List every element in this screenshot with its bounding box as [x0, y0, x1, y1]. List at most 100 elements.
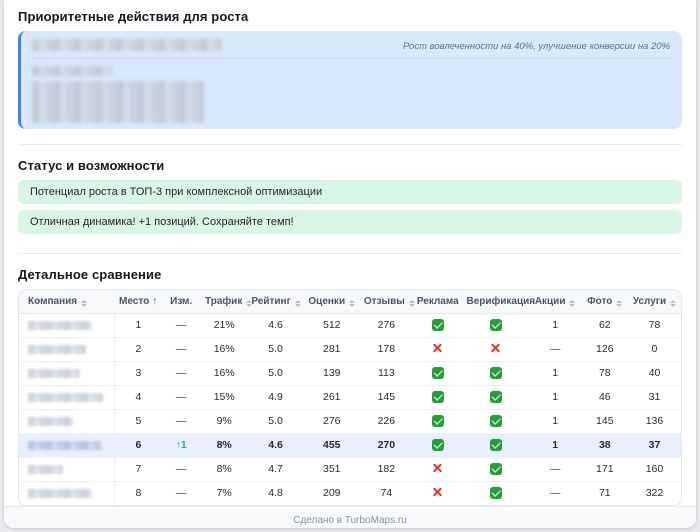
redacted-company-name [28, 345, 86, 354]
cell-marks: 455 [304, 433, 360, 457]
column-header-services[interactable]: Услуги [628, 290, 681, 313]
cell-change: — [161, 481, 201, 505]
column-header-reviews[interactable]: Отзывы [360, 290, 413, 313]
cell-traffic: 8% [201, 457, 247, 481]
cell-ads [413, 385, 463, 409]
cell-promos: — [529, 457, 582, 481]
cell-promos: 1 [529, 385, 582, 409]
column-header-place[interactable]: Место↑ [115, 290, 161, 313]
cell-promos: 1 [529, 409, 582, 433]
check-icon [432, 415, 444, 427]
redacted-company-name [28, 441, 101, 450]
table-row: 3—16%5.013911317840 [19, 361, 681, 385]
cell-change: — [161, 409, 201, 433]
cell-ads [413, 337, 463, 361]
cell-rating: 4.6 [247, 433, 303, 457]
check-icon [432, 391, 444, 403]
cell-promos: — [529, 337, 582, 361]
table-body: 1—21%4.6512276162782—16%5.0281178—12603—… [19, 313, 681, 505]
cell-verification [462, 313, 528, 337]
cell-reviews: 226 [360, 409, 413, 433]
comparison-table-wrap: КомпанияМесто↑Изм.ТрафикРейтингОценкиОтз… [18, 289, 682, 506]
cell-place: 5 [115, 409, 161, 433]
table-row: 1—21%4.651227616278 [19, 313, 681, 337]
column-header-photos[interactable]: Фото [582, 290, 628, 313]
cell-reviews: 113 [360, 361, 413, 385]
column-header-traffic[interactable]: Трафик [201, 290, 247, 313]
redacted-recommendation-body [32, 81, 204, 123]
redacted-company-name [28, 489, 92, 498]
cell-promos: 1 [529, 433, 582, 457]
cell-photos: 62 [582, 313, 628, 337]
cell-promos: 1 [529, 361, 582, 385]
table-row: 4—15%4.926114514631 [19, 385, 681, 409]
cell-services: 78 [628, 313, 681, 337]
column-header-promos[interactable]: Акции [529, 290, 582, 313]
cell-rating: 4.6 [247, 313, 303, 337]
cell-reviews: 270 [360, 433, 413, 457]
cell-change: — [161, 361, 201, 385]
redacted-company-name [28, 393, 103, 402]
cross-icon [432, 463, 443, 474]
cell-place: 8 [115, 481, 161, 505]
cell-marks: 209 [304, 481, 360, 505]
cell-verification [462, 409, 528, 433]
report-card: Приоритетные действия для роста Рост вов… [4, 0, 696, 528]
cell-services: 160 [628, 457, 681, 481]
status-message-potential: Потенциал роста в ТОП-3 при комплексной … [18, 180, 682, 204]
report-content: Приоритетные действия для роста Рост вов… [4, 0, 696, 506]
check-icon [490, 391, 502, 403]
cell-rating: 5.0 [247, 409, 303, 433]
cell-rating: 4.7 [247, 457, 303, 481]
check-icon [432, 367, 444, 379]
cell-marks: 261 [304, 385, 360, 409]
column-header-company[interactable]: Компания [19, 290, 115, 313]
cell-marks: 281 [304, 337, 360, 361]
cell-ads [413, 457, 463, 481]
cell-company [19, 385, 115, 409]
table-row: 2—16%5.0281178—1260 [19, 337, 681, 361]
cell-verification [462, 361, 528, 385]
cell-company [19, 361, 115, 385]
cell-company [19, 409, 115, 433]
cell-verification [462, 385, 528, 409]
check-icon [490, 319, 502, 331]
column-header-rating[interactable]: Рейтинг [247, 290, 303, 313]
redacted-company-name [28, 417, 73, 426]
section-divider [18, 253, 682, 254]
comparison-table: КомпанияМесто↑Изм.ТрафикРейтингОценкиОтз… [19, 290, 681, 505]
cell-ads [413, 361, 463, 385]
priority-recommendation-box: Рост вовлеченности на 40%, улучшение кон… [18, 31, 682, 129]
sort-carets-icon [569, 300, 575, 307]
cell-reviews: 145 [360, 385, 413, 409]
priority-section-title: Приоритетные действия для роста [18, 9, 682, 24]
recommendation-effect-note: Рост вовлеченности на 40%, улучшение кон… [403, 39, 670, 52]
redacted-company-name [28, 465, 63, 474]
section-divider [18, 144, 682, 145]
cell-place: 7 [115, 457, 161, 481]
cell-traffic: 21% [201, 313, 247, 337]
sort-carets-icon [81, 300, 87, 307]
cell-traffic: 15% [201, 385, 247, 409]
cell-photos: 38 [582, 433, 628, 457]
sort-carets-icon [616, 300, 622, 307]
cell-place: 4 [115, 385, 161, 409]
check-icon [490, 439, 502, 451]
sort-carets-icon [670, 300, 676, 307]
cell-change: — [161, 457, 201, 481]
comparison-section-title: Детальное сравнение [18, 267, 682, 282]
status-section-title: Статус и возможности [18, 158, 682, 173]
cell-change: — [161, 385, 201, 409]
cell-company [19, 457, 115, 481]
cell-place: 1 [115, 313, 161, 337]
cell-photos: 78 [582, 361, 628, 385]
cell-ads [413, 409, 463, 433]
sort-carets-icon [295, 300, 301, 307]
cell-change: ↑1 [161, 433, 201, 457]
cell-reviews: 182 [360, 457, 413, 481]
cross-icon [432, 343, 443, 354]
cross-icon [432, 487, 443, 498]
cell-marks: 351 [304, 457, 360, 481]
cell-traffic: 16% [201, 361, 247, 385]
column-header-marks[interactable]: Оценки [304, 290, 360, 313]
